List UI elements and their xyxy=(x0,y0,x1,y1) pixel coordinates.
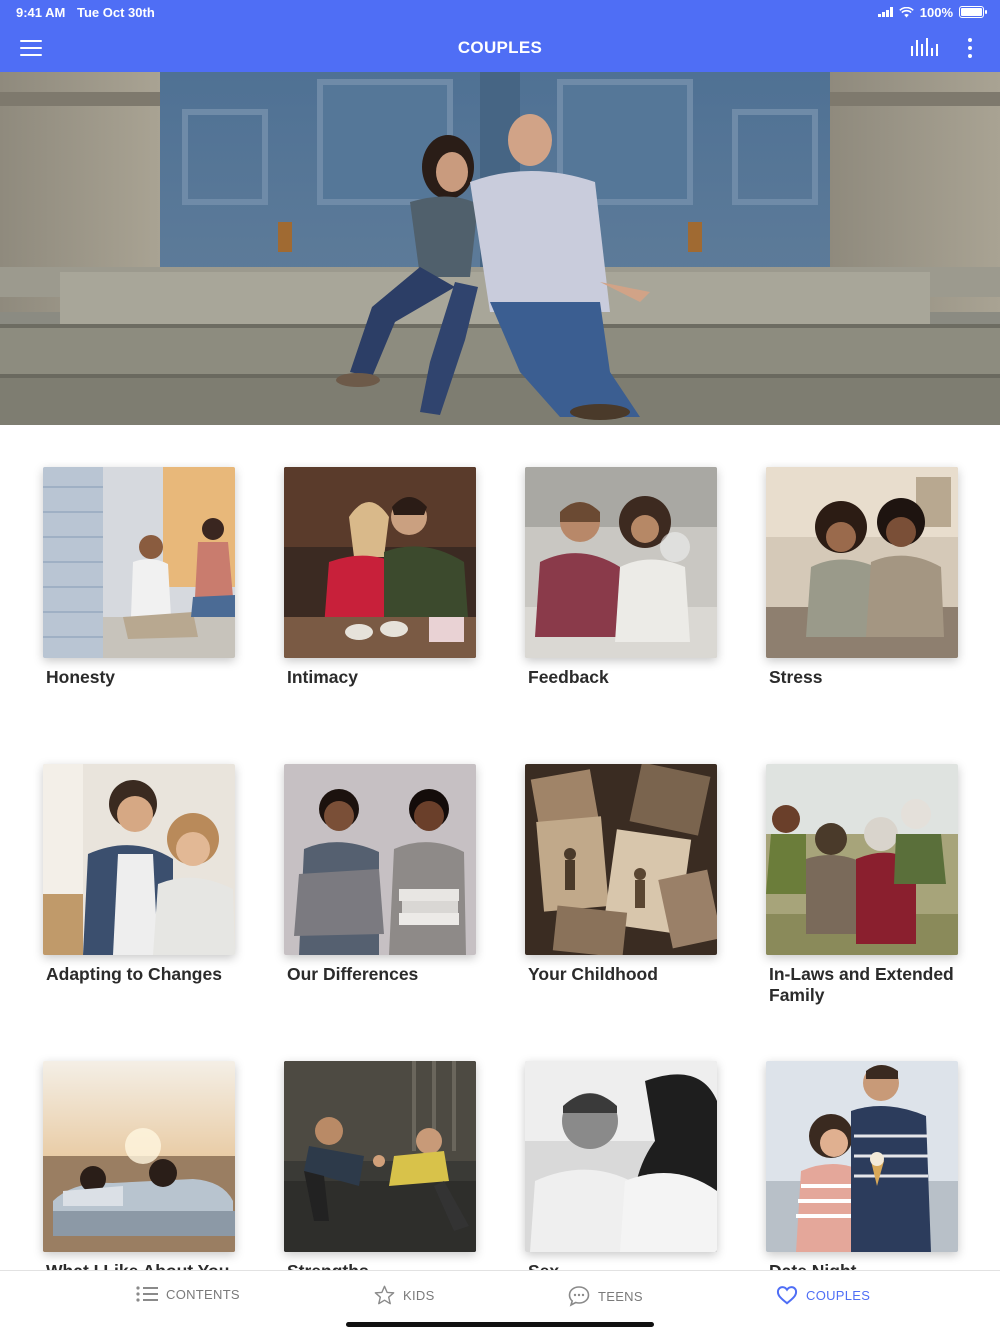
topic-label: Intimacy xyxy=(287,667,358,687)
home-indicator[interactable] xyxy=(346,1322,654,1327)
battery-icon xyxy=(959,6,987,18)
hero-image xyxy=(0,72,1000,425)
topic-image xyxy=(43,764,235,955)
tab-label: KIDS xyxy=(403,1287,435,1303)
topic-image xyxy=(43,467,235,658)
list-icon xyxy=(136,1286,158,1302)
couple-on-steps-photo xyxy=(0,72,1000,425)
cellular-signal-icon xyxy=(877,7,893,17)
topic-image xyxy=(525,1061,717,1252)
tab-kids[interactable]: KIDS xyxy=(374,1285,435,1305)
topic-label: Your Childhood xyxy=(528,964,658,984)
topic-card-intimacy[interactable]: Intimacy xyxy=(284,467,476,688)
topic-label: In-Laws and Extended Family xyxy=(769,964,954,1005)
topic-image xyxy=(766,1061,958,1252)
topic-card-feedback[interactable]: Feedback xyxy=(525,467,717,688)
topic-card-what-i-like-about-you[interactable]: What I Like About You xyxy=(43,1061,235,1270)
stats-bars-icon[interactable] xyxy=(911,38,938,56)
topic-card-our-differences[interactable]: Our Differences xyxy=(284,764,476,985)
status-date: Tue Oct 30th xyxy=(77,4,155,20)
top-bar: 9:41 AM Tue Oct 30th 100% COUPLES xyxy=(0,0,1000,72)
status-bar: 9:41 AM Tue Oct 30th 100% xyxy=(16,4,987,20)
star-icon xyxy=(374,1285,395,1305)
topic-label: Honesty xyxy=(46,667,116,687)
tab-couples[interactable]: COUPLES xyxy=(776,1285,870,1305)
battery-percent: 100% xyxy=(919,4,953,20)
topic-label: Stress xyxy=(769,667,823,687)
page-title: COUPLES xyxy=(457,38,543,57)
more-vertical-icon[interactable] xyxy=(968,38,972,58)
topic-card-adapting-to-changes[interactable]: Adapting to Changes xyxy=(43,764,235,985)
topic-card-stress[interactable]: Stress xyxy=(766,467,958,688)
topic-image xyxy=(284,467,476,658)
tab-label: COUPLES xyxy=(806,1287,871,1303)
topic-image xyxy=(43,1061,235,1252)
topic-label: Date Night xyxy=(769,1261,958,1270)
tab-label: CONTENTS xyxy=(166,1286,240,1302)
topic-image xyxy=(525,467,717,658)
topic-card-your-childhood[interactable]: Your Childhood xyxy=(525,764,717,985)
topic-card-in-laws-and-extended-family[interactable]: In-Laws and Extended Family xyxy=(766,764,958,1006)
app-bar: COUPLES xyxy=(0,24,1000,72)
topic-image xyxy=(525,764,717,955)
topic-image xyxy=(284,764,476,955)
topic-label: What I Like About You xyxy=(46,1261,235,1270)
topic-label: Feedback xyxy=(528,667,609,687)
topic-label: Adapting to Changes xyxy=(46,964,222,984)
topic-card-sex[interactable]: Sex xyxy=(525,1061,717,1270)
topic-card-honesty[interactable]: Honesty xyxy=(43,467,235,688)
topic-label: Our Differences xyxy=(287,964,419,984)
topic-image xyxy=(284,1061,476,1252)
topic-image xyxy=(766,764,958,955)
topic-label: Sex xyxy=(528,1261,717,1270)
topic-card-date-night[interactable]: Date Night xyxy=(766,1061,958,1270)
heart-icon xyxy=(776,1286,798,1305)
chat-bubble-icon xyxy=(568,1286,590,1307)
tab-teens[interactable]: TEENS xyxy=(568,1285,643,1307)
status-time: 9:41 AM xyxy=(16,4,66,20)
tab-label: TEENS xyxy=(598,1288,643,1304)
tab-contents[interactable]: CONTENTS xyxy=(136,1285,240,1303)
topic-label: Strengths xyxy=(287,1261,476,1270)
wifi-icon xyxy=(898,6,914,17)
topic-card-strengths[interactable]: Strengths xyxy=(284,1061,476,1270)
hamburger-menu-icon[interactable] xyxy=(20,40,42,56)
topic-image xyxy=(766,467,958,658)
topic-grid: Honesty Intimacy Feedback Stress Adaptin… xyxy=(0,425,1000,1270)
